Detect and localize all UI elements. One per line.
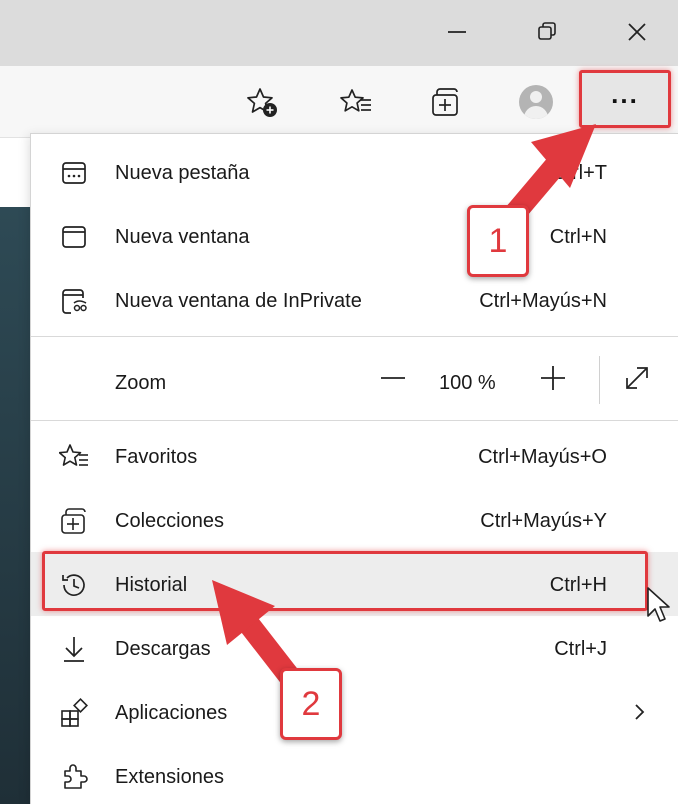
menu-item-label: Nueva ventana de InPrivate [115, 290, 362, 312]
star-plus-icon [247, 88, 277, 117]
zoom-separator [599, 356, 600, 404]
inprivate-icon [59, 286, 89, 316]
restore-icon [538, 22, 556, 40]
menu-item-inprivate[interactable]: Nueva ventana de InPrivate Ctrl+Mayús+N [31, 268, 678, 332]
page-content [0, 207, 30, 804]
favorites-list-icon [340, 89, 371, 112]
fullscreen-button[interactable] [619, 360, 655, 396]
minimize-icon [448, 31, 466, 33]
mouse-cursor-icon [647, 587, 670, 622]
menu-item-extensions[interactable]: Extensiones [31, 744, 678, 804]
menu-item-label: Extensiones [115, 766, 224, 788]
apps-icon [59, 698, 89, 728]
zoom-label: Zoom [115, 372, 167, 394]
history-icon [59, 570, 89, 600]
menu-item-zoom: Zoom 100 % [31, 344, 678, 414]
download-icon [59, 634, 89, 664]
menu-item-label: Favoritos [115, 446, 198, 468]
zoom-out-button[interactable] [375, 360, 411, 396]
new-window-icon [59, 222, 89, 252]
collections-icon [59, 506, 89, 536]
collections-button[interactable] [424, 80, 468, 124]
menu-item-new-tab[interactable]: Nueva pestaña Ctrl+T [31, 140, 678, 204]
menu-item-shortcut: Ctrl+T [552, 162, 607, 184]
close-button[interactable] [617, 12, 657, 52]
menu-item-shortcut: Ctrl+Mayús+N [479, 290, 607, 312]
chevron-right-icon [635, 704, 645, 720]
extensions-icon [59, 762, 89, 792]
minimize-button[interactable] [437, 12, 477, 52]
menu-item-shortcut: Ctrl+H [549, 574, 607, 596]
collections-icon [432, 88, 458, 116]
favorites-icon [59, 442, 89, 472]
settings-menu: Nueva pestaña Ctrl+T Nueva ventana Ctrl+… [30, 133, 678, 804]
menu-item-favorites[interactable]: Favoritos Ctrl+Mayús+O [31, 424, 678, 488]
expand-icon [626, 367, 648, 389]
zoom-value: 100 % [439, 372, 496, 394]
favorites-button[interactable] [334, 80, 378, 124]
menu-item-apps[interactable]: Aplicaciones [31, 680, 678, 744]
menu-divider [31, 336, 678, 337]
menu-item-shortcut: Ctrl+Mayús+O [478, 446, 607, 468]
profile-button[interactable] [514, 80, 558, 124]
restore-button[interactable] [527, 12, 567, 52]
menu-item-downloads[interactable]: Descargas Ctrl+J [31, 616, 678, 680]
zoom-in-button[interactable] [535, 360, 571, 396]
menu-item-label: Nueva pestaña [115, 162, 250, 184]
menu-item-label: Nueva ventana [115, 226, 250, 248]
menu-item-collections[interactable]: Colecciones Ctrl+Mayús+Y [31, 488, 678, 552]
avatar-icon [519, 85, 553, 119]
step-1-badge: 1 [467, 205, 529, 277]
menu-item-label: Historial [115, 574, 188, 596]
menu-item-shortcut: Ctrl+Mayús+Y [480, 510, 607, 532]
minus-icon [381, 377, 405, 379]
menu-item-new-window[interactable]: Nueva ventana Ctrl+N [31, 204, 678, 268]
plus-icon [541, 366, 565, 390]
menu-item-label: Descargas [115, 638, 211, 660]
menu-item-label: Aplicaciones [115, 702, 228, 724]
add-favorite-button[interactable] [240, 80, 284, 124]
settings-and-more-button[interactable]: ... [579, 70, 671, 128]
menu-item-shortcut: Ctrl+J [554, 638, 607, 660]
title-bar [0, 0, 678, 66]
browser-toolbar [0, 66, 678, 138]
menu-item-label: Colecciones [115, 510, 224, 532]
more-dots-icon: ... [611, 79, 639, 109]
new-tab-icon [59, 158, 89, 188]
menu-item-shortcut: Ctrl+N [549, 226, 607, 248]
menu-item-history[interactable]: Historial Ctrl+H [31, 552, 678, 616]
menu-divider [31, 420, 678, 421]
step-2-badge: 2 [280, 668, 342, 740]
close-icon [628, 23, 646, 41]
